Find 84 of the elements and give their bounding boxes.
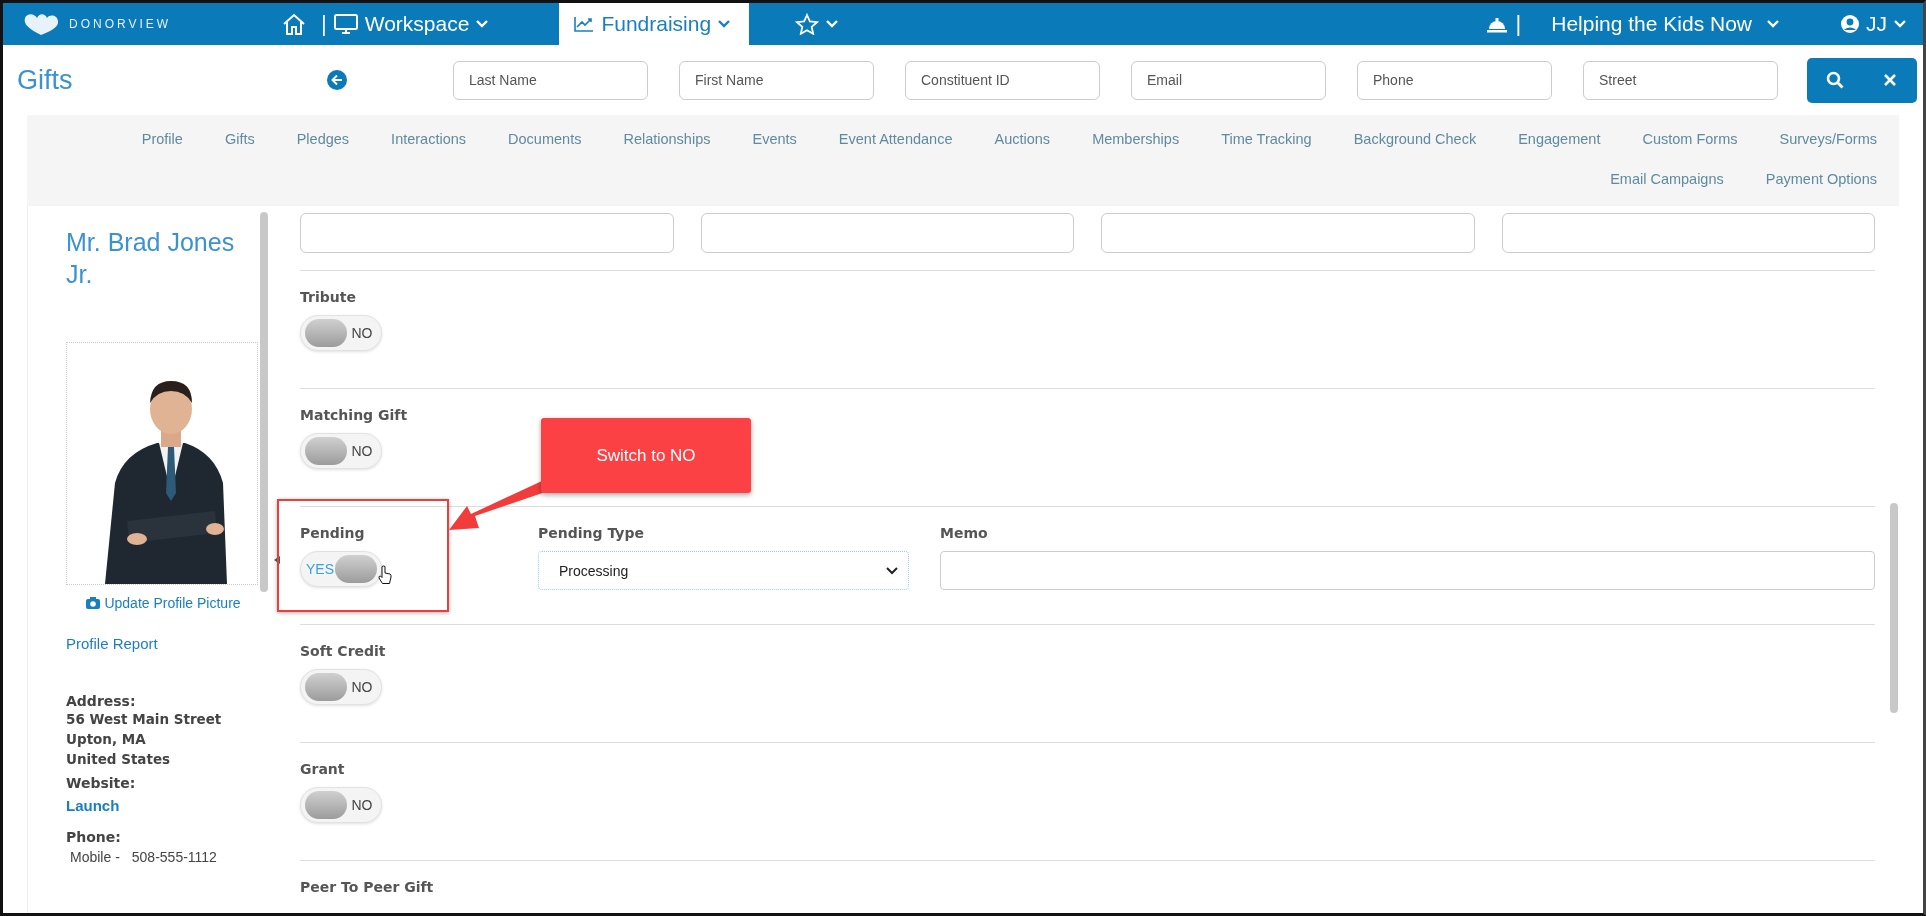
field-label: Pending Type	[538, 524, 644, 543]
field-label: Matching Gift	[300, 406, 408, 425]
chevron-down-icon	[717, 19, 732, 29]
line-chart-icon	[573, 15, 596, 33]
nav-separator: |	[1514, 11, 1523, 37]
text-field[interactable]	[1101, 213, 1475, 253]
record-tab[interactable]: Event Attendance	[796, 123, 953, 163]
chevron-down-icon	[886, 566, 898, 575]
record-tab[interactable]: Custom Forms	[1600, 123, 1738, 163]
fundraising-menu[interactable]: Fundraising	[559, 3, 750, 45]
toggle-switch[interactable]: NO	[300, 315, 382, 351]
constituent-name: Mr. Brad Jones Jr.	[66, 227, 236, 290]
chevron-down-icon	[825, 19, 840, 29]
record-tab[interactable]: Memberships	[1050, 123, 1180, 163]
toggle-switch[interactable]: NO	[300, 433, 382, 469]
search-field[interactable]: Last Name	[453, 60, 648, 100]
profile-report-link[interactable]: Profile Report	[66, 635, 158, 652]
user-menu[interactable]: JJ	[1840, 3, 1923, 45]
field-label: Peer To Peer Gift	[300, 878, 434, 897]
home-icon	[281, 12, 307, 36]
camera-icon	[86, 597, 101, 609]
toggle-switch[interactable]: NO	[300, 787, 382, 823]
address-line: 56 West Main Street	[66, 710, 223, 729]
memo-field[interactable]	[940, 551, 1875, 590]
field-label: Pending	[300, 524, 365, 543]
address-label: Address:	[66, 693, 137, 709]
search-button[interactable]	[1807, 57, 1862, 103]
chevron-down-icon	[1893, 19, 1907, 29]
record-tab[interactable]: Profile	[99, 123, 183, 163]
search-field[interactable]: Constituent ID	[905, 60, 1100, 100]
close-icon	[1882, 73, 1897, 87]
callout-box: Switch to NO	[541, 418, 751, 493]
field-label: Memo	[940, 524, 988, 543]
toggle-switch[interactable]: YES	[300, 551, 382, 587]
address-line: United States	[66, 750, 172, 769]
page-title: Gifts	[16, 64, 74, 96]
record-tab[interactable]: Interactions	[349, 123, 467, 163]
chevron-down-icon	[475, 19, 490, 29]
record-tab[interactable]: Auctions	[952, 123, 1051, 163]
scrollbar[interactable]	[1890, 503, 1898, 713]
user-avatar-icon	[1840, 14, 1860, 34]
organization-menu[interactable]: Helping the Kids Now	[1525, 3, 1840, 45]
hand-cursor-icon	[378, 565, 392, 585]
service-bell-icon	[1485, 15, 1508, 33]
search-field[interactable]: Phone	[1357, 60, 1552, 100]
back-button[interactable]	[327, 70, 347, 90]
record-tab[interactable]: Engagement	[1476, 123, 1601, 163]
record-tab[interactable]: Pledges	[254, 123, 350, 163]
search-field[interactable]: Email	[1131, 60, 1326, 100]
record-tab[interactable]: Events	[710, 123, 797, 163]
text-field[interactable]	[300, 213, 674, 253]
record-tab[interactable]: Documents	[466, 123, 582, 163]
nav-separator: |	[320, 11, 328, 37]
workspace-menu[interactable]: Workspace	[330, 3, 560, 45]
record-tab[interactable]: Time Tracking	[1179, 123, 1312, 163]
record-tab[interactable]: Gifts	[182, 123, 255, 163]
close-button[interactable]	[1862, 57, 1917, 103]
phone-label: Phone:	[66, 829, 122, 845]
text-field[interactable]	[700, 213, 1074, 253]
brand-name: DONORVIEW	[69, 17, 172, 31]
phone-number: 508-555-1112	[131, 849, 217, 865]
record-tab[interactable]: Email Campaigns	[1568, 162, 1724, 202]
toggle-switch[interactable]: NO	[300, 669, 382, 705]
scrollbar[interactable]	[260, 212, 268, 592]
search-field[interactable]: Street	[1583, 60, 1778, 100]
website-link[interactable]: Launch	[66, 797, 120, 814]
monitor-icon	[332, 13, 359, 35]
field-label: Tribute	[300, 288, 356, 307]
chevron-down-icon	[1766, 19, 1780, 29]
phone-type: Mobile -	[70, 849, 120, 865]
field-label: Soft Credit	[300, 642, 386, 661]
website-label: Website:	[66, 775, 137, 791]
search-icon	[1825, 71, 1844, 89]
record-tab[interactable]: Background Check	[1311, 123, 1477, 163]
record-tab[interactable]: Relationships	[581, 123, 711, 163]
text-field[interactable]	[1501, 213, 1875, 253]
record-tab[interactable]: Payment Options	[1723, 162, 1877, 202]
address-line: Upton, MA	[66, 730, 147, 749]
dropdown[interactable]: Processing	[538, 551, 909, 590]
record-tab[interactable]: Surveys/Forms	[1737, 123, 1877, 163]
star-icon	[795, 13, 820, 35]
field-label: Grant	[300, 760, 345, 779]
search-field[interactable]: First Name	[679, 60, 874, 100]
update-picture-link[interactable]: Update Profile Picture	[66, 595, 261, 611]
